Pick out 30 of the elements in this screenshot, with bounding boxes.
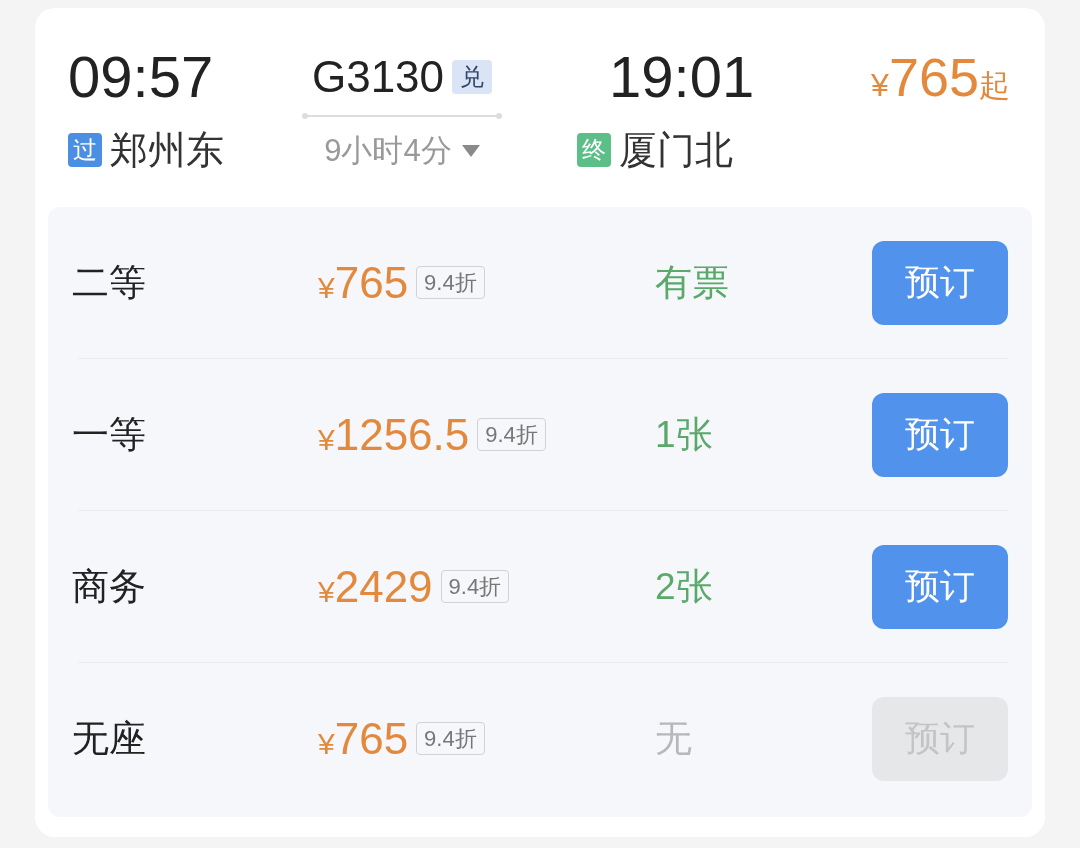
seat-price: ¥765 (318, 712, 409, 765)
seat-class: 一等 (72, 412, 147, 457)
book-button[interactable]: 预订 (872, 544, 1008, 629)
discount-tag: 9.4折 (416, 266, 485, 299)
arrival-station-tag: 终 (577, 133, 611, 167)
caret-down-icon (461, 145, 480, 157)
departure-station: 郑州东 (110, 128, 224, 172)
discount-tag: 9.4折 (416, 722, 485, 755)
seat-price: ¥1256.5 (318, 408, 470, 461)
book-button[interactable]: 预订 (872, 240, 1008, 325)
seat-price: ¥2429 (318, 560, 433, 613)
seat-price: ¥765 (318, 256, 409, 309)
book-button[interactable]: 预订 (872, 392, 1008, 477)
discount-tag: 9.4折 (477, 418, 546, 451)
departure-time: 09:57 (68, 48, 215, 106)
discount-tag: 9.4折 (440, 570, 510, 603)
arrival-station: 厦门北 (619, 128, 733, 172)
redeem-badge: 兑 (452, 60, 493, 94)
ticket-availability: 1张 (655, 412, 714, 457)
seat-class: 无座 (72, 716, 147, 761)
ticket-availability: 无 (655, 716, 693, 761)
departure-station-tag: 过 (68, 133, 102, 167)
seat-class: 二等 (72, 260, 147, 305)
ticket-availability: 2张 (655, 564, 714, 609)
train-number: G3130 (311, 51, 445, 103)
lowest-price: ¥765起 (871, 48, 1010, 106)
duration-toggle[interactable]: 9小时4分 (324, 131, 480, 171)
seat-class: 商务 (72, 564, 147, 609)
arrival-time: 19:01 (608, 48, 756, 106)
ticket-availability: 有票 (655, 260, 730, 305)
